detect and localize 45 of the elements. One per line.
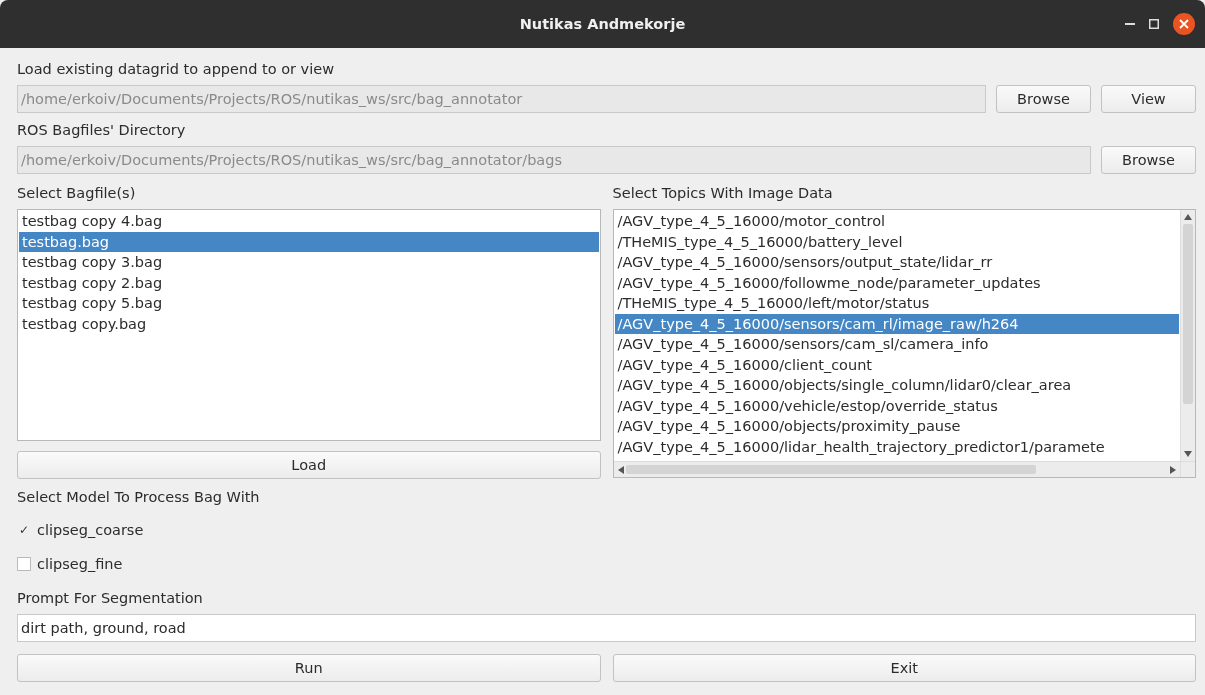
exit-button[interactable]: Exit: [612, 654, 1196, 682]
bagfile-item[interactable]: testbag copy 3.bag: [19, 252, 599, 273]
topic-item[interactable]: /AGV_type_4_5_16000/objects/single_column/lidar0/clear_area: [614, 375, 1179, 396]
topic-item[interactable]: /AGV_type_4_5_16000/lidar_health_trajectory_predictor1/paramete: [614, 436, 1179, 457]
run-button[interactable]: Run: [17, 654, 601, 682]
bagfile-item[interactable]: testbag copy 4.bag: [19, 211, 599, 232]
field-label: Prompt For Segmentation: [17, 589, 203, 608]
browse-button[interactable]: Browse: [1101, 146, 1196, 174]
topic-item[interactable]: /AGV_type_4_5_16000/motor_control: [614, 211, 1179, 232]
topic-item[interactable]: /AGV_type_4_5_16000/sensors/output_state/lidar_rr: [614, 252, 1179, 273]
topic-item[interactable]: /AGV_type_4_5_16000/client_count: [614, 354, 1179, 375]
scrollbar-corner: [1180, 461, 1195, 477]
vertical-scrollbar[interactable]: [1180, 210, 1195, 461]
bagfile-item[interactable]: testbag.bag: [19, 231, 599, 252]
horizontal-scrollbar[interactable]: [613, 461, 1180, 477]
close-icon[interactable]: [1173, 13, 1195, 35]
load-button[interactable]: Load: [17, 451, 601, 479]
topic-item[interactable]: /THeMIS_type_4_5_16000/left/motor/status: [614, 293, 1179, 314]
view-button[interactable]: View: [1101, 85, 1196, 113]
bagfile-item[interactable]: testbag copy 5.bag: [19, 293, 599, 314]
right-arrow-icon[interactable]: [1170, 465, 1176, 474]
topic-item[interactable]: /THeMIS_type_4_5_16000/battery_level: [614, 231, 1179, 252]
checkbox[interactable]: ✓: [17, 523, 31, 537]
checkbox-label: clipseg_coarse: [37, 522, 144, 538]
list-label: Select Topics With Image Data: [612, 184, 833, 203]
window-title: Nutikas Andmekorje: [519, 16, 686, 32]
up-arrow-icon[interactable]: [1184, 214, 1192, 220]
list-label: Select Bagfile(s): [17, 184, 136, 203]
topic-item[interactable]: /AGV_type_4_5_16000/objects/proximity_pause: [614, 416, 1179, 437]
topic-item[interactable]: /AGV_type_4_5_16000/vehicle/estop/override_status: [614, 395, 1179, 416]
left-arrow-icon[interactable]: [617, 465, 624, 474]
down-arrow-icon[interactable]: [1184, 451, 1192, 457]
bagfile-item[interactable]: testbag copy.bag: [19, 313, 599, 334]
checkbox[interactable]: [17, 557, 31, 571]
section-label: Select Model To Process Bag With: [17, 488, 260, 507]
bagfile-item[interactable]: testbag copy 2.bag: [19, 272, 599, 293]
maximize-icon[interactable]: [1149, 19, 1159, 29]
browse-button[interactable]: Browse: [996, 85, 1091, 113]
field-label: ROS Bagfiles' Directory: [17, 121, 186, 140]
field-label: Load existing datagrid to append to or view: [17, 60, 334, 79]
topic-item[interactable]: /AGV_type_4_5_16000/followme_node/parameter_updates: [614, 272, 1179, 293]
prompt-input-field[interactable]: dirt path, ground, road: [17, 614, 1196, 642]
checkbox-label: clipseg_fine: [37, 556, 123, 572]
topic-item[interactable]: /AGV_type_4_5_16000/sensors/cam_sl/camera_info: [614, 334, 1179, 355]
topic-item[interactable]: /AGV_type_4_5_16000/sensors/cam_rl/image_raw/h264: [614, 313, 1179, 334]
